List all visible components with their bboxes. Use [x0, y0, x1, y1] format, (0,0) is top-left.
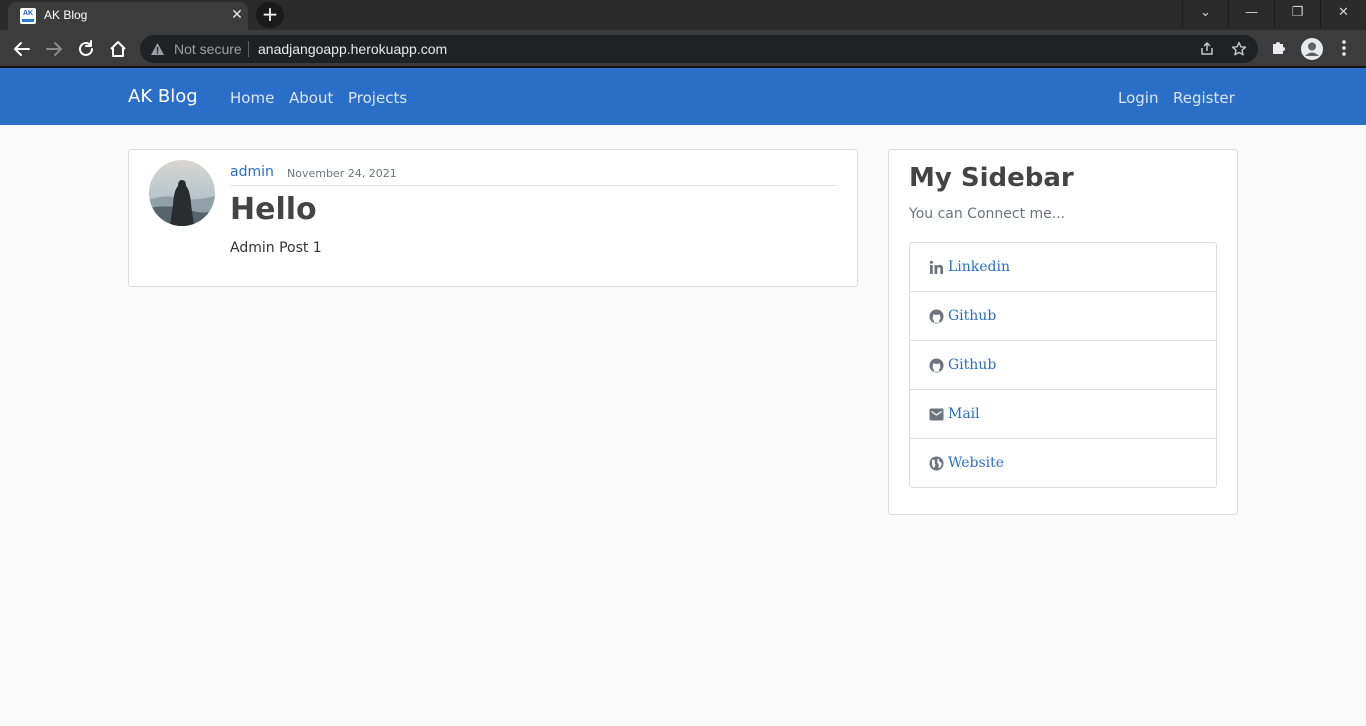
post-card: admin November 24, 2021 Hello Admin Post… [128, 149, 858, 287]
brand-link[interactable]: AK Blog [128, 86, 198, 107]
github-link-2[interactable]: Github [948, 357, 996, 373]
profile-avatar-icon[interactable] [1300, 37, 1324, 61]
list-item-website[interactable]: Website [910, 439, 1216, 487]
back-arrow-icon[interactable] [11, 38, 33, 60]
nav-home-link[interactable]: Home [230, 89, 274, 107]
envelope-icon [929, 408, 944, 421]
linkedin-icon [929, 260, 943, 274]
security-status-label[interactable]: Not secure [174, 41, 242, 57]
post-divider [230, 185, 837, 186]
author-avatar [149, 160, 215, 226]
address-divider [248, 41, 249, 57]
register-link[interactable]: Register [1173, 89, 1235, 107]
extensions-puzzle-icon[interactable] [1270, 38, 1288, 56]
list-item-mail[interactable]: Mail [910, 390, 1216, 439]
post-content: Admin Post 1 [230, 240, 322, 256]
sidebar-subtitle: You can Connect me... [909, 206, 1066, 222]
new-tab-button[interactable]: + [256, 2, 284, 28]
window-close-button[interactable]: ✕ [1320, 0, 1366, 28]
home-icon[interactable] [107, 38, 129, 60]
warning-icon[interactable] [150, 42, 165, 56]
mail-link[interactable]: Mail [948, 406, 980, 422]
nav-about-link[interactable]: About [289, 89, 333, 107]
website-link[interactable]: Website [948, 455, 1004, 471]
post-date: November 24, 2021 [287, 167, 397, 180]
more-menu-icon[interactable] [1336, 38, 1352, 58]
post-title-link[interactable]: Hello [230, 192, 317, 227]
address-bar[interactable]: Not secure anadjangoapp.herokuapp.com [140, 35, 1258, 63]
post-author-link[interactable]: admin [230, 164, 274, 180]
browser-tab[interactable]: AK AK Blog ✕ [8, 2, 248, 30]
sidebar-card: My Sidebar You can Connect me... Linkedi… [888, 149, 1238, 515]
tab-close-icon[interactable]: ✕ [228, 6, 246, 24]
github-link[interactable]: Github [948, 308, 996, 324]
globe-icon [929, 456, 944, 471]
github-icon [929, 309, 944, 324]
browser-toolbar: Not secure anadjangoapp.herokuapp.com [0, 30, 1366, 68]
social-link-list: Linkedin Github Github Mail Website [909, 242, 1217, 488]
sidebar-title: My Sidebar [909, 163, 1074, 193]
linkedin-link[interactable]: Linkedin [948, 259, 1010, 275]
forward-arrow-icon[interactable] [43, 38, 65, 60]
nav-projects-link[interactable]: Projects [348, 89, 407, 107]
list-item-linkedin[interactable]: Linkedin [910, 243, 1216, 292]
github-icon [929, 358, 944, 373]
browser-tab-strip: AK AK Blog ✕ + ⌄ — ❐ ✕ [0, 0, 1366, 30]
bookmark-star-icon[interactable] [1231, 41, 1247, 57]
page-viewport: AK Blog Home About Projects Login Regist… [0, 68, 1366, 726]
restore-button[interactable]: ❐ [1274, 0, 1320, 28]
url-text[interactable]: anadjangoapp.herokuapp.com [258, 41, 447, 57]
site-favicon-icon: AK [20, 8, 36, 24]
tab-search-button[interactable]: ⌄ [1182, 0, 1228, 28]
site-navbar: AK Blog Home About Projects Login Regist… [0, 68, 1366, 125]
reload-icon[interactable] [75, 38, 97, 60]
list-item-github-2[interactable]: Github [910, 341, 1216, 390]
tab-title: AK Blog [44, 8, 88, 22]
login-link[interactable]: Login [1118, 89, 1158, 107]
list-item-github[interactable]: Github [910, 292, 1216, 341]
minimize-button[interactable]: — [1228, 0, 1274, 28]
share-icon[interactable] [1199, 41, 1215, 57]
